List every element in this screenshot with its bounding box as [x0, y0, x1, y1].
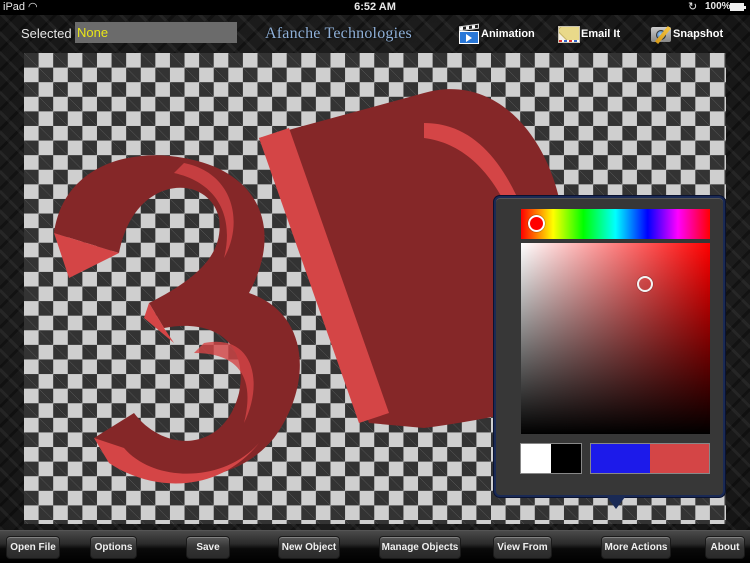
model-digit-3: [54, 155, 300, 484]
snapshot-label: Snapshot: [673, 28, 724, 40]
open-file-button[interactable]: Open File: [6, 536, 60, 559]
swatch-previous-color[interactable]: [590, 443, 650, 474]
popover-arrow: [607, 497, 625, 509]
top-toolbar: Selected None Afanche Technologies Anima…: [0, 15, 750, 53]
battery-percent: 100%: [705, 1, 731, 12]
swatch-white[interactable]: [520, 443, 551, 474]
swatch-black[interactable]: [551, 443, 582, 474]
more-actions-button[interactable]: More Actions: [601, 536, 671, 559]
save-button[interactable]: Save: [186, 536, 230, 559]
digit-3-face: [54, 155, 300, 478]
email-label: Email It: [581, 28, 621, 40]
hue-slider-handle[interactable]: [528, 215, 545, 232]
animation-button[interactable]: Animation: [458, 20, 535, 48]
about-button[interactable]: About: [705, 536, 745, 559]
clock: 6:52 AM: [354, 1, 396, 13]
view-from-button[interactable]: View From: [493, 536, 552, 559]
selected-object-field: None: [75, 22, 237, 43]
hue-slider[interactable]: [521, 209, 710, 239]
brand-title: Afanche Technologies: [265, 25, 412, 42]
new-object-button[interactable]: New Object: [278, 536, 340, 559]
camera-icon: [650, 23, 672, 45]
clapperboard-icon: [458, 23, 480, 45]
options-button[interactable]: Options: [90, 536, 137, 559]
selected-label: Selected: [21, 26, 72, 41]
battery-icon: [730, 3, 746, 11]
saturation-brightness-handle[interactable]: [637, 276, 653, 292]
rotation-lock-icon: ↻: [688, 1, 698, 13]
envelope-icon: [558, 23, 580, 45]
manage-objects-button[interactable]: Manage Objects: [379, 536, 461, 559]
status-bar: iPad ◠ 6:52 AM ↻ 100%: [0, 0, 750, 15]
swatch-current-color[interactable]: [650, 443, 710, 474]
animation-label: Animation: [481, 28, 535, 40]
saturation-brightness-picker[interactable]: [521, 243, 710, 434]
snapshot-button[interactable]: Snapshot: [650, 20, 723, 48]
email-it-button[interactable]: Email It: [558, 20, 620, 48]
